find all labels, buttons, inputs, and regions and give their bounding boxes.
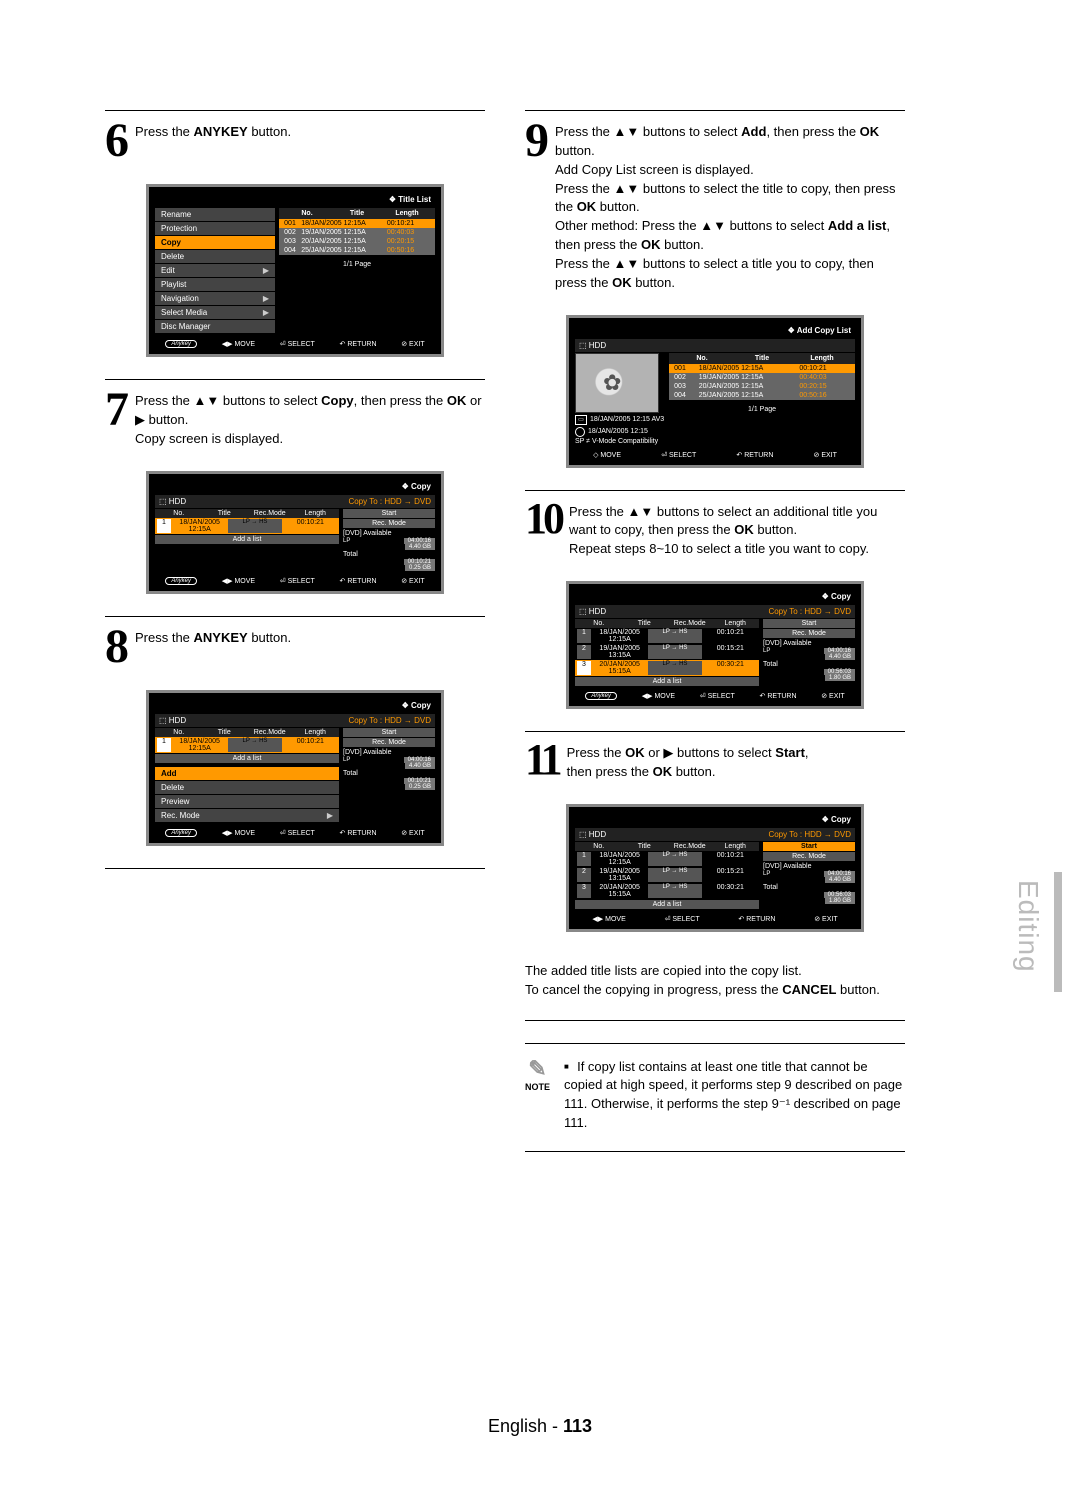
addcopy-row: 00425/JAN/2005 12:15A00:50:16 [669, 391, 855, 400]
menu-rename: Rename [155, 208, 275, 221]
copy-screen-multi: Copy ⬚ HDDCopy To : HDD → DVD No.TitleRe… [566, 581, 864, 709]
step-8-text: Press the ANYKEY button. [135, 625, 291, 648]
start-button: Start [763, 842, 855, 851]
copy-header: No.TitleRec.ModeLength [155, 728, 339, 737]
page-footer: English - 113 [0, 1416, 1080, 1437]
title-row: 00320/JAN/2005 12:15A00:20:15 [279, 237, 435, 246]
anykey-icon: Anykey [165, 340, 197, 348]
start-button: Start [763, 619, 855, 628]
step-7-number: 7 [105, 388, 127, 431]
step-10: 10 Press the ▲▼ buttons to select an add… [525, 490, 905, 560]
note-label: NOTE [525, 1082, 550, 1092]
copy-row: 219/JAN/2005 13:15ALP → HS00:15:21 [575, 644, 759, 660]
step-6: 6 Press the ANYKEY button. [105, 110, 485, 162]
menu-navigation: Navigation▶ [155, 292, 275, 305]
screen-footer: Anykey ◀▶ MOVE ⏎ SELECT ↶ RETURN ⊘ EXIT [155, 829, 435, 837]
screen-footer: Anykey ◀▶ MOVE ⏎ SELECT ↶ RETURN ⊘ EXIT [155, 340, 435, 348]
step-8-number: 8 [105, 625, 127, 668]
addcopy-row: 00320/JAN/2005 12:15A00:20:15 [669, 382, 855, 391]
step-10-number: 10 [525, 499, 561, 539]
note-block: ✎ NOTE If copy list contains at least on… [525, 1043, 905, 1152]
screen-title: Add Copy List [575, 324, 855, 339]
menu-recmode: Rec. Mode▶ [155, 809, 339, 822]
step-7-text: Press the ▲▼ buttons to select Copy, the… [135, 388, 485, 449]
screen-title: Copy [155, 480, 435, 495]
copy-screen: Copy ⬚ HDDCopy To : HDD → DVD No.TitleRe… [146, 471, 444, 594]
menu-del: Delete [155, 781, 339, 794]
copy-row: 219/JAN/2005 13:15ALP → HS00:15:21 [575, 867, 759, 883]
anykey-icon: Anykey [165, 577, 197, 585]
copy-row: 320/JAN/2005 15:15ALP → HS00:30:21 [575, 883, 759, 899]
add-a-list: Add a list [575, 677, 759, 686]
screen-title: Copy [575, 813, 855, 828]
copy-row: 118/JAN/2005 12:15ALP → HS00:10:21 [575, 628, 759, 644]
copy-header: No.TitleRec.ModeLength [575, 842, 759, 851]
step-6-text: Press the ANYKEY button. [135, 119, 291, 142]
title-row: 00118/JAN/2005 12:15A00:10:21 [279, 219, 435, 228]
add-a-list: Add a list [575, 900, 759, 909]
add-a-list: Add a list [155, 754, 339, 763]
step-6-number: 6 [105, 119, 127, 162]
recmode-button: Rec. Mode [763, 852, 855, 861]
copy-header: No.TitleRec.ModeLength [575, 619, 759, 628]
add-copy-list-screen: Add Copy List ⬚ HDD ▭18/JAN/2005 12:15 A… [566, 315, 864, 468]
screen-footer: ◀▶ MOVE ⏎ SELECT ↶ RETURN ⊘ EXIT [575, 915, 855, 923]
menu-playlist: Playlist [155, 278, 275, 291]
step-9-text: Press the ▲▼ buttons to select Add, then… [555, 119, 905, 293]
thumb-index [1054, 872, 1062, 992]
step-11-text: Press the OK or ▶ buttons to select Star… [567, 740, 809, 782]
anykey-icon: Anykey [585, 692, 617, 700]
copy-screen-start: Copy ⬚ HDDCopy To : HDD → DVD No.TitleRe… [566, 804, 864, 932]
section-tab: Editing [1012, 880, 1044, 973]
addcopy-row: 00219/JAN/2005 12:15A00:40:03 [669, 373, 855, 382]
recmode-button: Rec. Mode [343, 519, 435, 528]
anykey-icon: Anykey [165, 829, 197, 837]
menu-copy: Copy [155, 236, 275, 249]
screen-footer: ◇ MOVE ⏎ SELECT ↶ RETURN ⊘ EXIT [575, 451, 855, 459]
step-11-number: 11 [525, 740, 559, 780]
copy-row: 118/JAN/2005 12:15ALP → HS00:10:21 [155, 518, 339, 534]
copy-row: 320/JAN/2005 15:15ALP → HS00:30:21 [575, 660, 759, 676]
menu-disc-manager: Disc Manager [155, 320, 275, 333]
screen-title: Copy [155, 699, 435, 714]
step-9: 9 Press the ▲▼ buttons to select Add, th… [525, 110, 905, 293]
title-list-header: No.TitleLength [279, 208, 435, 219]
copy-row: 118/JAN/2005 12:15ALP → HS00:10:21 [575, 851, 759, 867]
menu-protection: Protection [155, 222, 275, 235]
menu-select-media: Select Media▶ [155, 306, 275, 319]
add-a-list: Add a list [155, 535, 339, 544]
recmode-button: Rec. Mode [763, 629, 855, 638]
page-indicator: 1/1 Page [669, 406, 855, 413]
step-9-number: 9 [525, 119, 547, 162]
step-10-text: Press the ▲▼ buttons to select an additi… [569, 499, 905, 560]
start-button: Start [343, 728, 435, 737]
menu-edit: Edit▶ [155, 264, 275, 277]
copy-row: 118/JAN/2005 12:15ALP → HS00:10:21 [155, 737, 339, 753]
copy-screen-menu: Copy ⬚ HDDCopy To : HDD → DVD No.TitleRe… [146, 690, 444, 846]
step-8: 8 Press the ANYKEY button. [105, 616, 485, 668]
screen-footer: Anykey ◀▶ MOVE ⏎ SELECT ↶ RETURN ⊘ EXIT [575, 692, 855, 700]
note-text: If copy list contains at least one title… [564, 1058, 905, 1133]
screen-title: Title List [155, 193, 435, 208]
title-row: 00219/JAN/2005 12:15A00:40:03 [279, 228, 435, 237]
note-icon: ✎ [525, 1058, 550, 1080]
screen-title: Copy [575, 590, 855, 605]
page-indicator: 1/1 Page [279, 261, 435, 268]
addcopy-row: 00118/JAN/2005 12:15A00:10:21 [669, 364, 855, 373]
step-7: 7 Press the ▲▼ buttons to select Copy, t… [105, 379, 485, 449]
title-list-screen: Title List Rename Protection Copy Delete… [146, 184, 444, 357]
addcopy-header: No.TitleLength [669, 353, 855, 364]
thumbnail [575, 353, 659, 413]
menu-preview: Preview [155, 795, 339, 808]
recmode-button: Rec. Mode [343, 738, 435, 747]
step-11: 11 Press the OK or ▶ buttons to select S… [525, 731, 905, 782]
menu-delete: Delete [155, 250, 275, 263]
start-button: Start [343, 509, 435, 518]
menu-add: Add [155, 767, 339, 780]
copy-header: No.TitleRec.ModeLength [155, 509, 339, 518]
screen-footer: Anykey ◀▶ MOVE ⏎ SELECT ↶ RETURN ⊘ EXIT [155, 577, 435, 585]
post-step-11-text: The added title lists are copied into th… [525, 962, 905, 1000]
title-row: 00425/JAN/2005 12:15A00:50:16 [279, 246, 435, 255]
